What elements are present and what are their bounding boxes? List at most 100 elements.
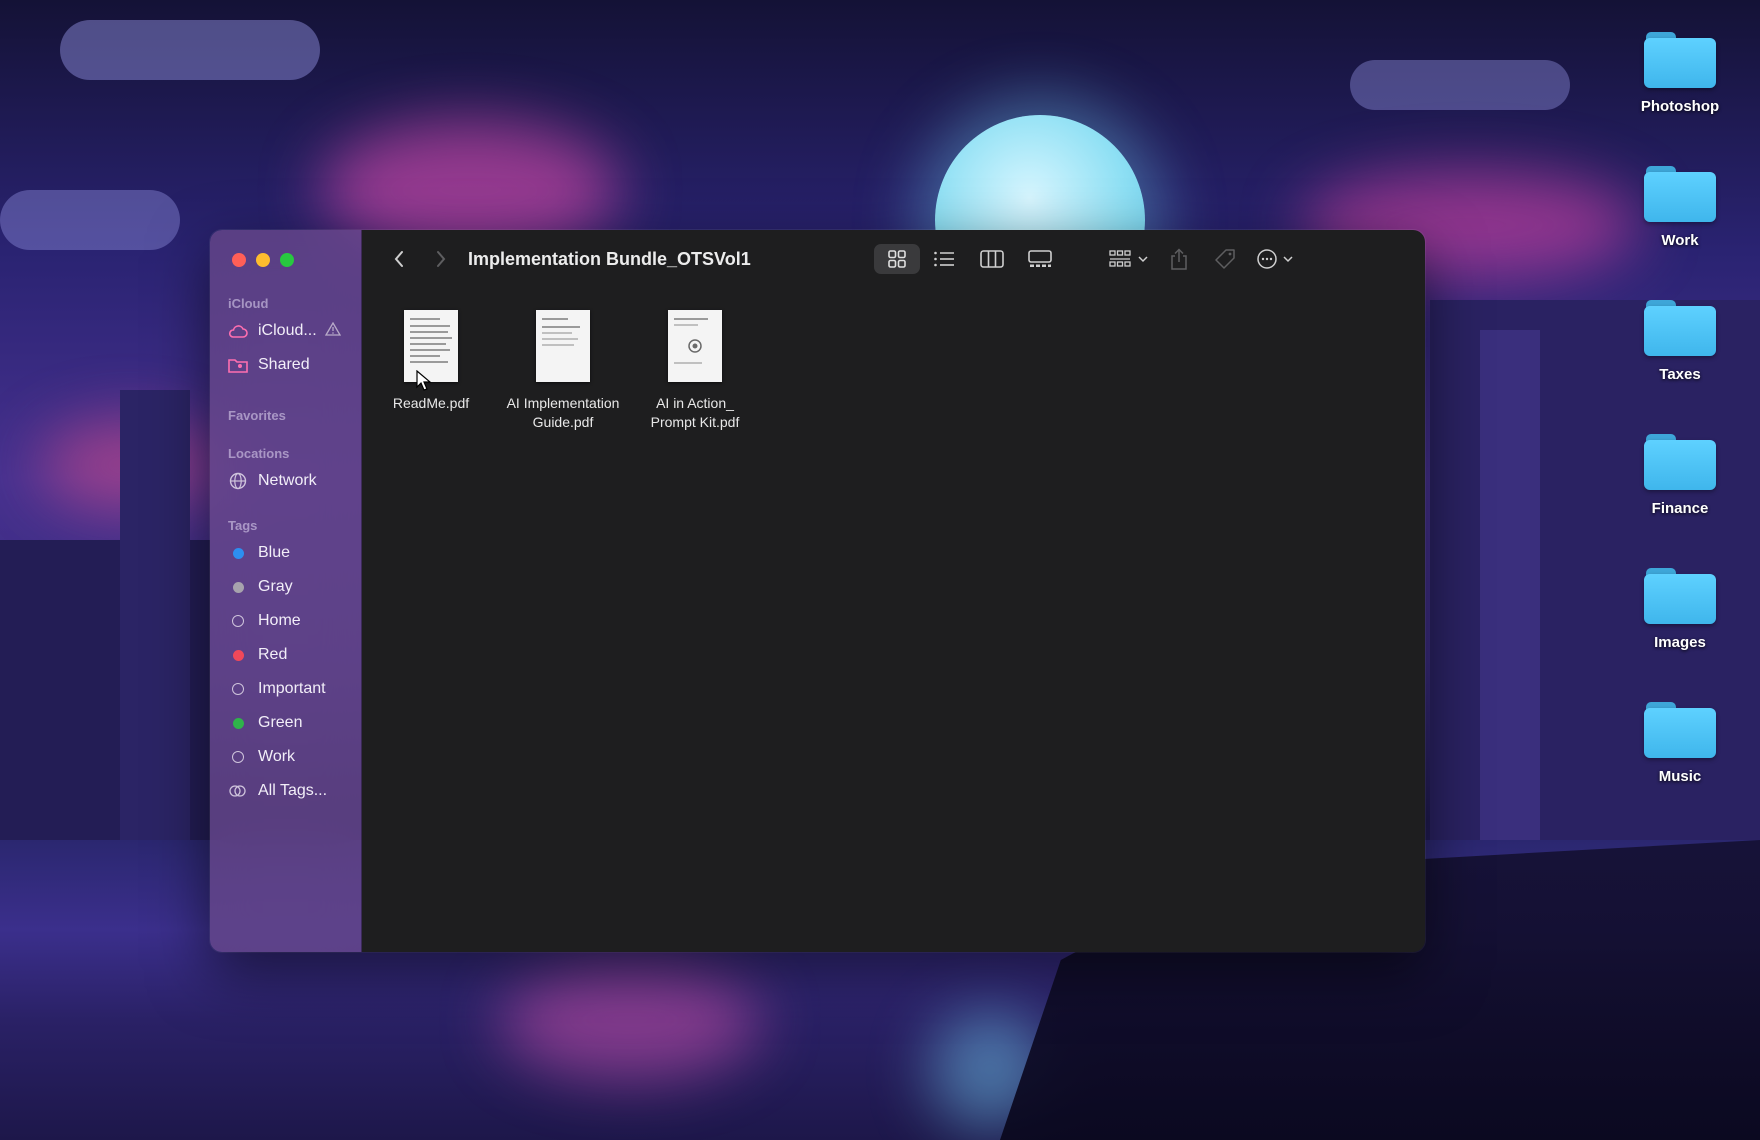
file-item-ai-implementation-guide[interactable]: AI Implementation Guide.pdf [498, 310, 628, 432]
group-by-button[interactable] [1104, 244, 1154, 274]
back-icon [394, 251, 403, 267]
forward-icon [437, 251, 446, 267]
gallery-view-icon [1028, 250, 1052, 267]
finder-window: iCloud iCloud... Shared Favorites Locati… [210, 230, 1425, 952]
file-item-readme[interactable]: ReadMe.pdf [366, 310, 496, 413]
window-title: Implementation Bundle_OTSVol1 [468, 248, 751, 269]
close-button[interactable] [232, 253, 246, 267]
sidebar-heading-icloud: iCloud [228, 296, 269, 311]
tag-ring-icon [228, 747, 248, 767]
sidebar-item-label: Green [258, 714, 303, 731]
mouse-cursor-icon [416, 370, 432, 391]
list-view-icon [934, 251, 954, 267]
desktop-folder-label: Music [1658, 768, 1702, 785]
folder-icon [1644, 432, 1716, 490]
sidebar-item-tag-green[interactable]: Green [210, 706, 361, 740]
cloud [60, 20, 320, 80]
more-actions-button[interactable] [1252, 244, 1302, 274]
tag-ring-icon [228, 679, 248, 699]
sidebar-item-tag-blue[interactable]: Blue [210, 536, 361, 570]
sidebar-section-icloud: iCloud iCloud... Shared [210, 294, 361, 382]
file-name: ReadMe.pdf [366, 394, 496, 413]
share-button[interactable] [1162, 244, 1196, 274]
file-name-line1: AI in Action_ [656, 395, 734, 411]
group-by-icon [1109, 250, 1148, 267]
cloud [0, 190, 180, 250]
water-glow [500, 960, 760, 1080]
desktop-folder-images[interactable]: Images [1620, 566, 1740, 651]
file-name-line1: ReadMe.pdf [392, 395, 470, 411]
folder-icon [1644, 30, 1716, 88]
sidebar-item-label: iCloud... [258, 322, 317, 339]
folder-icon [1644, 164, 1716, 222]
desktop-folder-label: Photoshop [1640, 98, 1720, 115]
zoom-button[interactable] [280, 253, 294, 267]
file-item-ai-in-action-prompt-kit[interactable]: AI in Action_ Prompt Kit.pdf [630, 310, 760, 432]
list-view-button[interactable] [924, 244, 964, 274]
sidebar-item-label: Important [258, 680, 326, 697]
desktop-folder-label: Finance [1651, 500, 1709, 517]
gallery-view-button[interactable] [1020, 244, 1060, 274]
column-view-icon [980, 250, 1004, 268]
desktop-folder-label: Images [1654, 634, 1706, 651]
sidebar-item-label: Gray [258, 578, 293, 595]
sidebar-item-all-tags[interactable]: All Tags... [210, 774, 361, 808]
sidebar-item-tag-important[interactable]: Important [210, 672, 361, 706]
file-name-line2: Prompt Kit.pdf [650, 414, 740, 430]
desktop-folder-music[interactable]: Music [1620, 700, 1740, 785]
desktop-folder-photoshop[interactable]: Photoshop [1620, 30, 1740, 115]
tag-button[interactable] [1208, 244, 1242, 274]
tag-icon [1215, 249, 1235, 269]
globe-icon [228, 471, 248, 491]
cloud [1350, 60, 1570, 110]
file-name-line1: AI Implementation [506, 395, 620, 411]
share-icon [1171, 248, 1187, 270]
pdf-document-icon [536, 310, 590, 382]
back-button[interactable] [384, 244, 414, 274]
pdf-document-icon [668, 310, 722, 382]
desktop-folder-finance[interactable]: Finance [1620, 432, 1740, 517]
sidebar-item-tag-red[interactable]: Red [210, 638, 361, 672]
sidebar: iCloud iCloud... Shared Favorites Locati… [210, 230, 362, 952]
sidebar-item-tag-gray[interactable]: Gray [210, 570, 361, 604]
sidebar-heading-locations: Locations [228, 446, 290, 461]
sidebar-item-label: Network [258, 472, 317, 489]
desktop-folder-taxes[interactable]: Taxes [1620, 298, 1740, 383]
warning-icon [324, 321, 341, 341]
shared-folder-icon [228, 355, 248, 375]
sidebar-item-label: Red [258, 646, 288, 663]
sidebar-item-tag-work[interactable]: Work [210, 740, 361, 774]
icon-view-button[interactable] [874, 244, 920, 274]
sidebar-item-label: Home [258, 612, 301, 629]
sidebar-item-label: All Tags... [258, 782, 328, 799]
sidebar-item-label: Shared [258, 356, 310, 373]
folder-icon [1644, 298, 1716, 356]
more-actions-icon [1257, 249, 1293, 269]
minimize-button[interactable] [256, 253, 270, 267]
sidebar-section-favorites: Favorites [210, 406, 361, 426]
sidebar-item-network[interactable]: Network [210, 464, 361, 498]
window-controls [232, 253, 294, 267]
tag-dot-icon [228, 713, 248, 733]
desktop-folder-label: Taxes [1659, 366, 1701, 383]
desktop-folder-work[interactable]: Work [1620, 164, 1740, 249]
all-tags-icon [228, 781, 248, 801]
sidebar-heading-favorites: Favorites [228, 408, 286, 423]
file-name-line2: Guide.pdf [532, 414, 594, 430]
sidebar-item-tag-home[interactable]: Home [210, 604, 361, 638]
file-name: AI in Action_ Prompt Kit.pdf [630, 394, 760, 432]
forward-button[interactable] [426, 244, 456, 274]
column-view-button[interactable] [972, 244, 1012, 274]
tag-dot-icon [228, 645, 248, 665]
tag-ring-icon [228, 611, 248, 631]
sidebar-item-shared[interactable]: Shared [210, 348, 361, 382]
icon-view-icon [888, 250, 906, 268]
tag-dot-icon [228, 543, 248, 563]
sidebar-item-icloud-drive[interactable]: iCloud... [210, 314, 361, 348]
toolbar: Implementation Bundle_OTSVol1 [362, 230, 1425, 288]
tag-dot-icon [228, 577, 248, 597]
content-area[interactable]: Implementation Bundle_OTSVol1 ReadMe.pdf… [362, 230, 1425, 952]
sidebar-item-label: Work [258, 748, 296, 765]
folder-icon [1644, 566, 1716, 624]
cloud-icon [228, 321, 248, 341]
